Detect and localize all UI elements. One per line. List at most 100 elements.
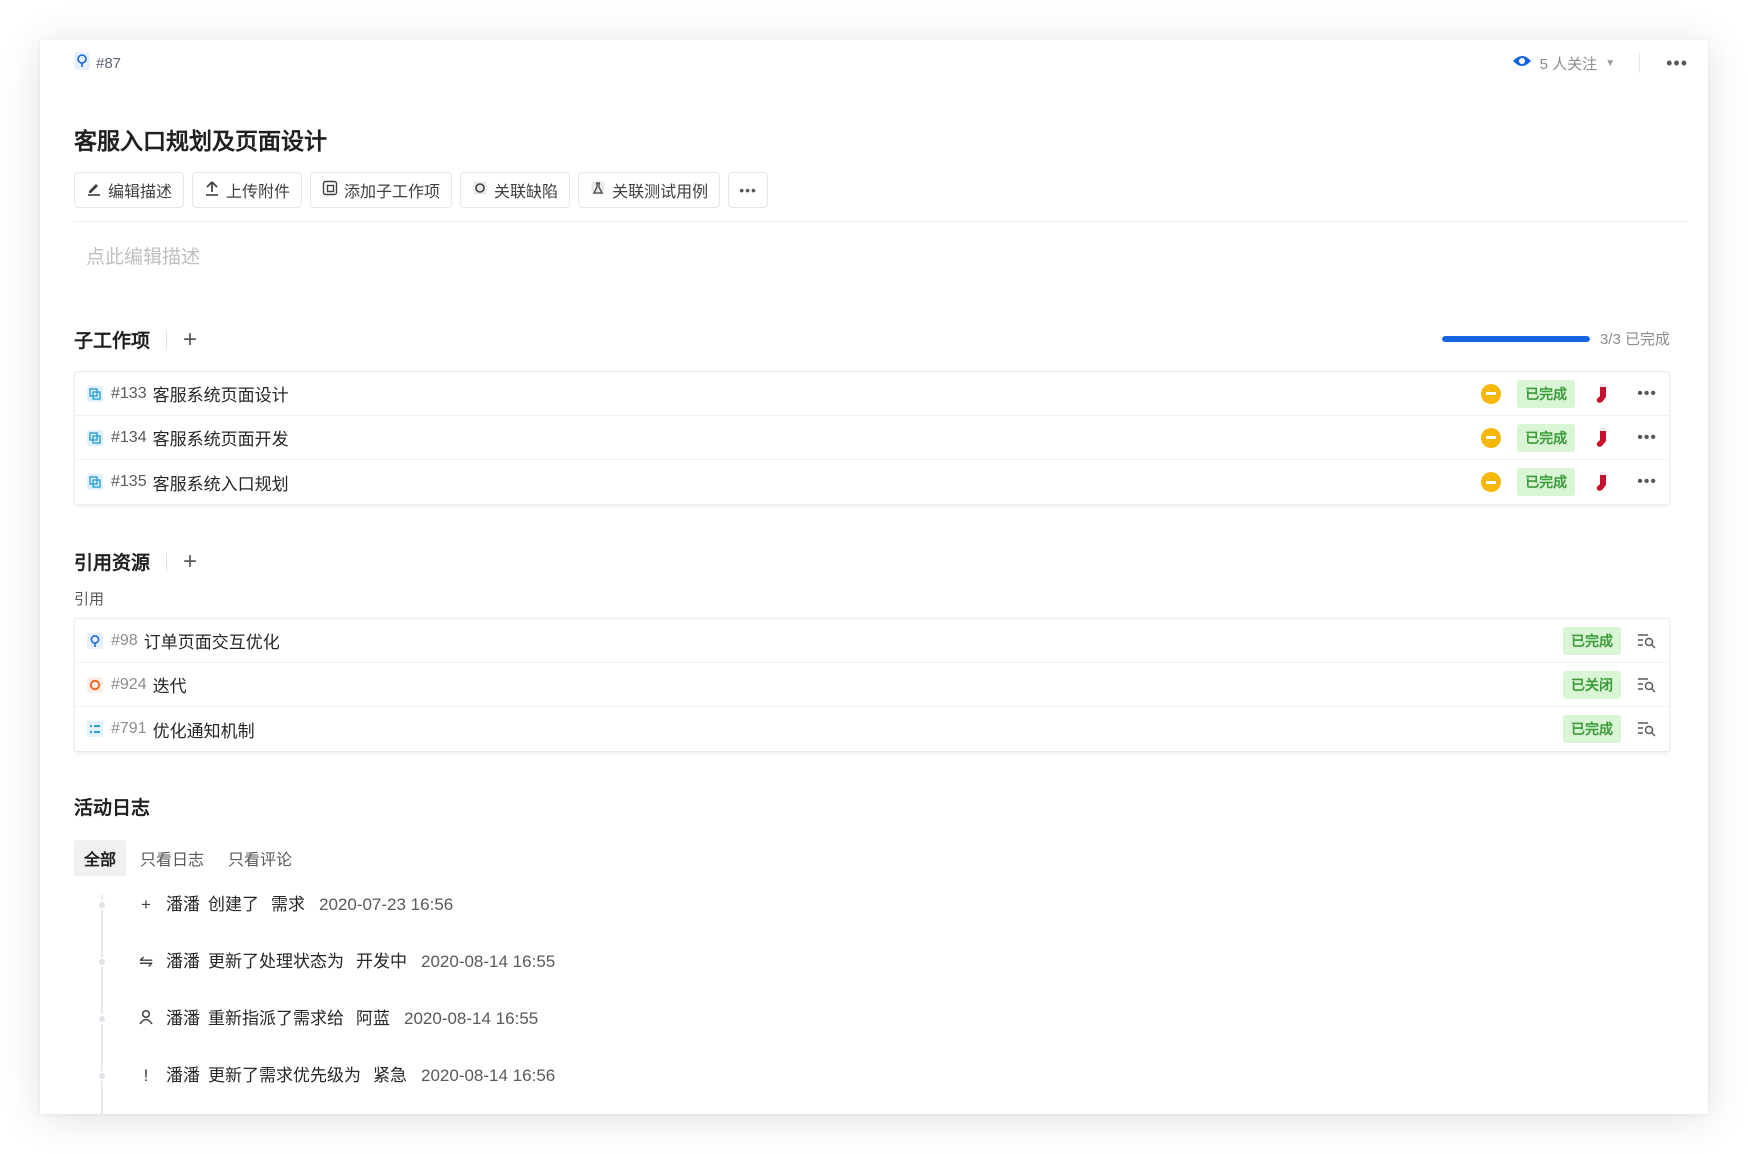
references-list: #98 订单页面交互优化 已完成 #924 迭代 已关闭 #791 优化通知机制 已完成 [74, 618, 1670, 752]
activity-value: 需求 [271, 895, 305, 914]
subitem-row[interactable]: #135 客服系统入口规划 已完成 ••• [75, 460, 1669, 504]
activity-action: 更新了处理状态为 [208, 952, 344, 971]
activity-section-title: 活动日志 [74, 798, 151, 819]
item-id-tag: #87 [74, 52, 121, 74]
timeline-dot [97, 957, 107, 967]
upload-attachment-button[interactable]: 上传附件 [192, 172, 303, 208]
reference-actions: 已完成 [1563, 715, 1657, 743]
iteration-icon [87, 676, 103, 693]
activity-user: 潘潘 [166, 952, 200, 971]
list-icon [87, 721, 103, 737]
activity-text: 潘潘 更新了需求优先级为 紧急 2020-08-14 16:56 [166, 1066, 555, 1086]
priority-icon[interactable] [1481, 472, 1502, 492]
add-child-item-button[interactable]: 添加子工作项 [310, 172, 453, 208]
idea-icon [87, 632, 103, 649]
description-editor[interactable]: 点此编辑描述 [86, 242, 200, 269]
switch-icon: ⇋ [138, 952, 154, 971]
subitem-row[interactable]: #133 客服系统页面设计 已完成 ••• [75, 372, 1669, 416]
followers-button[interactable]: 5 人关注 ▼ [1512, 53, 1615, 74]
assignee-avatar[interactable] [1595, 427, 1611, 449]
link-bug-button[interactable]: 关联缺陷 [460, 172, 571, 208]
caret-down-icon: ▼ [1605, 57, 1616, 69]
subitems-section-title: 子工作项 + [74, 325, 198, 353]
reference-title[interactable]: 优化通知机制 [153, 717, 255, 742]
more-options-icon[interactable]: ••• [1637, 429, 1657, 447]
status-badge[interactable]: 已完成 [1517, 468, 1576, 496]
tab-activity-1[interactable]: 只看日志 [130, 840, 214, 876]
tab-activity-2[interactable]: 只看评论 [218, 840, 302, 876]
view-detail-icon[interactable] [1637, 721, 1657, 737]
activity-text: 潘潘 重新指派了需求给 阿蓝 2020-08-14 16:55 [166, 1009, 538, 1029]
more-options-icon[interactable]: ••• [1666, 54, 1688, 72]
status-badge[interactable]: 已完成 [1517, 379, 1576, 408]
assignee-avatar[interactable] [1595, 383, 1611, 405]
reference-title[interactable]: 订单页面交互优化 [144, 628, 280, 653]
upload-icon [204, 180, 220, 201]
activity-text: 潘潘 创建了 需求 2020-07-23 16:56 [166, 895, 453, 915]
idea-icon [74, 52, 90, 74]
user-icon [136, 1009, 156, 1030]
exclamation-icon: ! [143, 1066, 149, 1085]
add-subitem-icon[interactable]: + [183, 327, 197, 352]
status-badge[interactable]: 已完成 [1517, 423, 1576, 452]
edit-description-button[interactable]: 编辑描述 [74, 172, 185, 208]
reference-title[interactable]: 迭代 [153, 672, 187, 697]
view-detail-icon[interactable] [1637, 633, 1657, 649]
item-id: #87 [96, 54, 122, 72]
subitem-id: #133 [111, 384, 147, 402]
references-sublabel: 引用 [74, 591, 105, 608]
divider [166, 330, 168, 349]
reference-id: #98 [111, 631, 138, 649]
status-badge: 已完成 [1563, 626, 1621, 655]
activity-user: 潘潘 [166, 1066, 200, 1085]
activity-action: 更新了需求优先级为 [208, 1066, 361, 1085]
assignee-avatar[interactable] [1595, 471, 1611, 493]
toolbar-more-button[interactable]: ••• [728, 172, 769, 208]
reference-actions: 已关闭 [1563, 670, 1657, 699]
subtask-icon [87, 474, 103, 490]
more-options-icon[interactable]: ••• [1637, 473, 1657, 491]
subitem-title[interactable]: 客服系统入口规划 [153, 470, 289, 495]
activity-action: 重新指派了需求给 [208, 1009, 344, 1028]
link-test-case-button[interactable]: 关联测试用例 [578, 172, 721, 208]
subitem-actions: 已完成 ••• [1481, 423, 1657, 452]
timeline-dot [97, 1071, 107, 1081]
subtask-icon [87, 429, 103, 446]
divider [74, 221, 1688, 222]
subitem-actions: 已完成 ••• [1481, 468, 1657, 496]
subitem-actions: 已完成 ••• [1481, 379, 1657, 408]
reference-row[interactable]: #98 订单页面交互优化 已完成 [75, 619, 1669, 663]
subitems-list: #133 客服系统页面设计 已完成 ••• #134 客服系统页面开发 已完成 ••• #135… [74, 371, 1670, 505]
view-detail-icon[interactable] [1637, 677, 1657, 693]
progress-fill [1441, 335, 1590, 342]
priority-icon[interactable] [1481, 427, 1502, 448]
activity-time: 2020-08-14 16:55 [404, 1009, 539, 1028]
activity-action: 创建了 [208, 895, 259, 914]
activity-time: 2020-08-14 16:56 [421, 1066, 556, 1085]
subtask-icon [322, 180, 338, 201]
activity-value: 开发中 [356, 952, 407, 971]
subitem-id: #134 [111, 428, 147, 446]
status-badge: 已关闭 [1563, 670, 1621, 699]
subitem-title[interactable]: 客服系统页面开发 [153, 425, 289, 450]
activity-text: 潘潘 更新了处理状态为 开发中 2020-08-14 16:55 [166, 952, 555, 972]
more-options-icon[interactable]: ••• [1637, 385, 1657, 403]
action-toolbar: 编辑描述 上传附件 添加子工作项 关联缺陷 关联测试用例 ••• [74, 172, 769, 208]
eye-icon [1512, 54, 1532, 72]
page-title: 客服入口规划及页面设计 [74, 128, 327, 154]
bug-icon [472, 180, 488, 201]
tab-activity-0[interactable]: 全部 [74, 840, 127, 876]
subitem-title[interactable]: 客服系统页面设计 [153, 381, 289, 406]
add-reference-icon[interactable]: + [183, 549, 197, 574]
divider [166, 552, 168, 571]
activity-tabs: 全部 只看日志 只看评论 [74, 840, 302, 876]
reference-id: #791 [111, 720, 147, 737]
subitems-progress: 3/3 已完成 [1441, 328, 1670, 349]
subitem-row[interactable]: #134 客服系统页面开发 已完成 ••• [75, 416, 1669, 460]
pencil-icon [86, 180, 102, 201]
followers-label: 5 人关注 [1539, 55, 1598, 73]
activity-time: 2020-07-23 16:56 [319, 895, 454, 914]
reference-row[interactable]: #791 优化通知机制 已完成 [75, 707, 1669, 751]
priority-icon[interactable] [1481, 383, 1502, 404]
reference-row[interactable]: #924 迭代 已关闭 [75, 663, 1669, 707]
